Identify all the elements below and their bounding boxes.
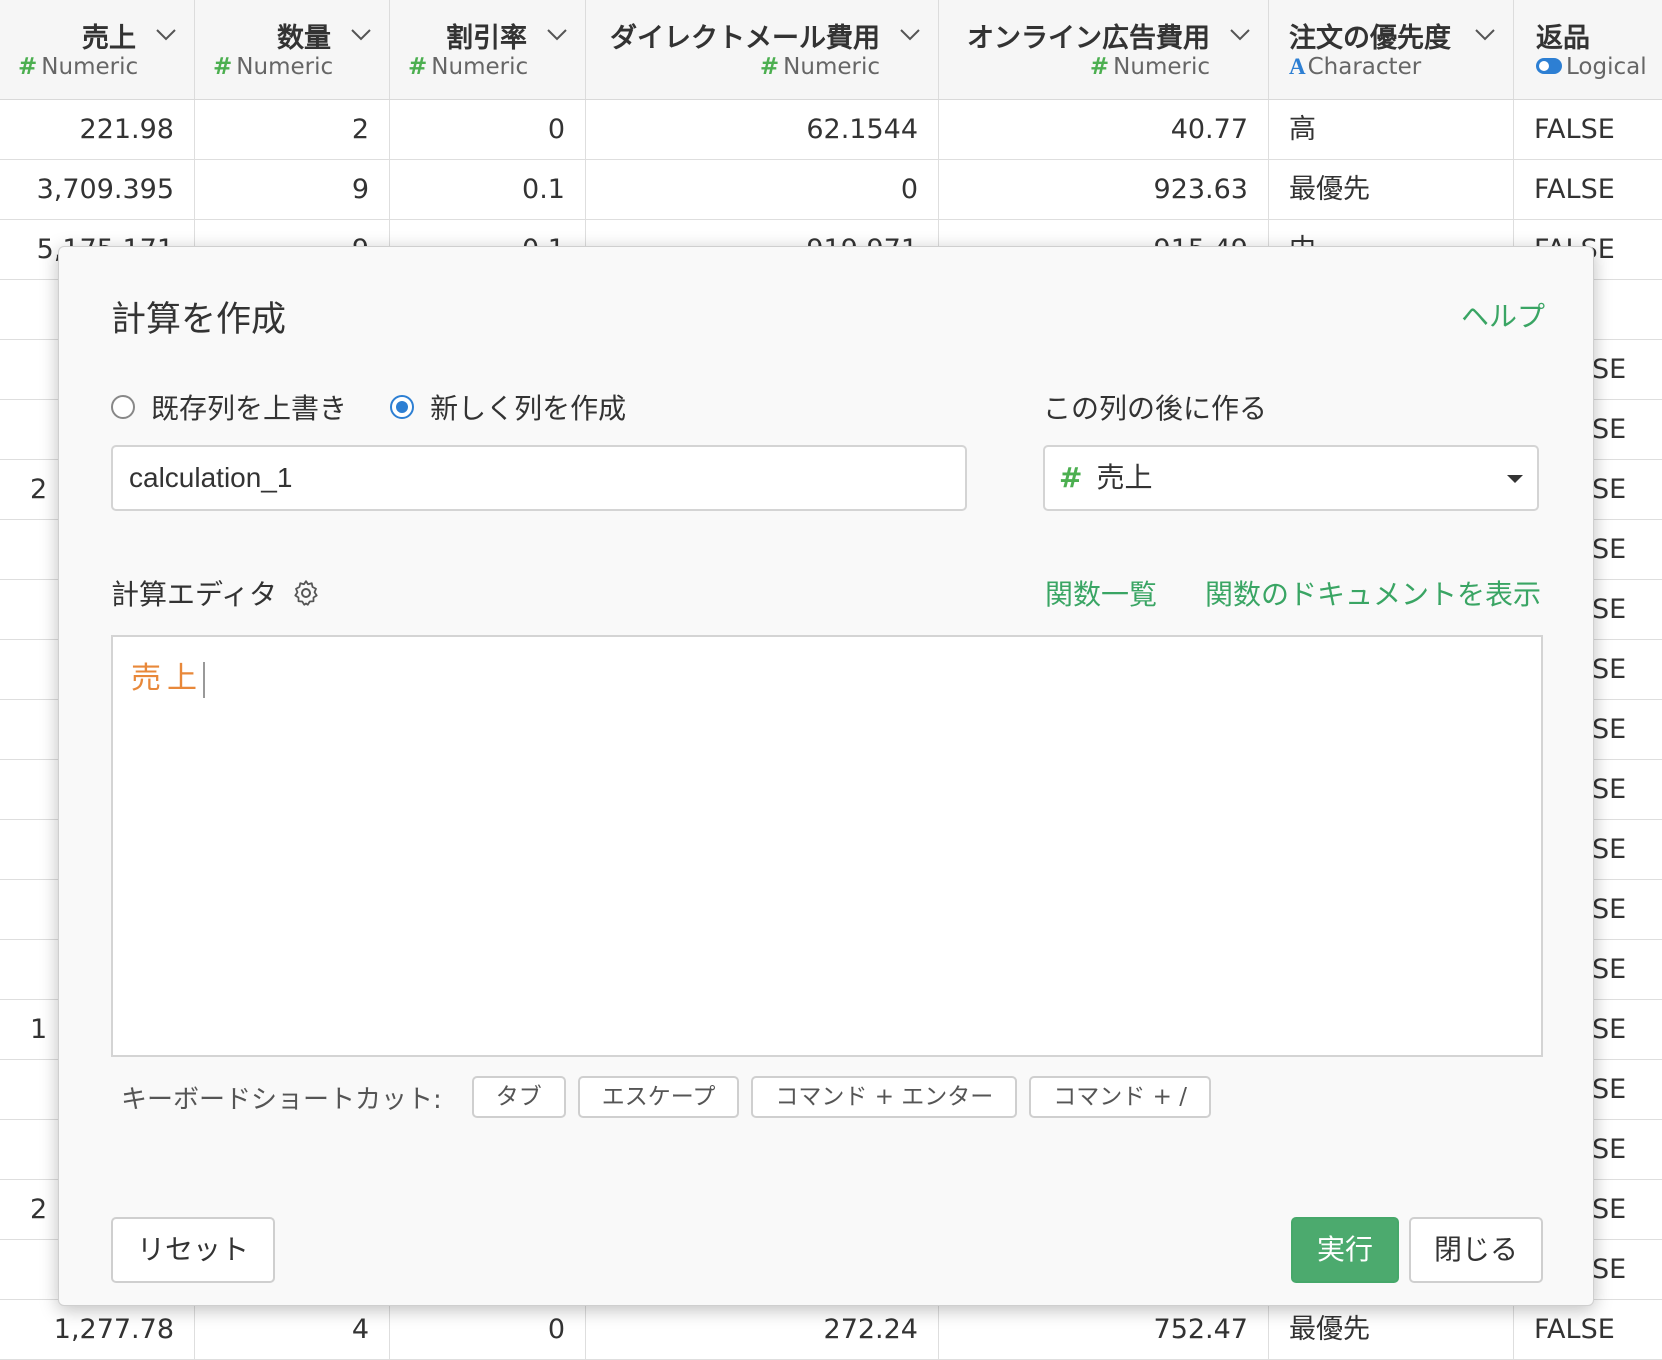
table-row[interactable]: 1,277.78 4 0 272.24 752.47 最優先 FALSE [0,1300,1662,1360]
chevron-down-icon[interactable] [1473,22,1497,46]
table-cell[interactable]: 3,709.395 [0,160,195,219]
calculation-editor-label: 計算エディタ [111,573,321,613]
column-header-discount[interactable]: 割引率 # Numeric [390,0,586,99]
table-cell[interactable]: 272.24 [586,1300,939,1359]
hash-icon: # [1059,461,1083,494]
shortcuts-label: キーボードショートカット: [121,1084,442,1115]
column-header-online-ad[interactable]: オンライン広告費用 # Numeric [939,0,1269,99]
hash-icon: # [408,54,428,80]
table-cell[interactable]: 最優先 [1269,160,1514,219]
radio-circle[interactable] [390,395,415,419]
gear-icon[interactable] [291,578,321,608]
selected-column: 売上 [1096,461,1153,494]
column-name: 注文の優先度 [1289,23,1451,54]
table-cell[interactable]: 1,277.78 [0,1300,195,1359]
column-header-returns[interactable]: 返品 Logical [1514,0,1662,99]
table-cell[interactable]: 752.47 [939,1300,1269,1359]
table-cell[interactable]: FALSE [1514,100,1662,159]
table-cell[interactable]: 40.77 [939,100,1269,159]
shortcut-key-cmd-enter: コマンド + エンター [751,1076,1018,1118]
hash-icon: # [759,54,780,80]
shortcut-key-cmd-slash: コマンド + / [1029,1076,1211,1118]
column-name: 割引率 [446,23,527,54]
reset-button[interactable]: リセット [111,1217,275,1283]
column-name: 数量 [277,23,331,54]
create-calculation-dialog: 計算を作成 ヘルプ 既存列を上書き 新しく列を作成 この列の後に作る calcu… [58,246,1594,1306]
run-button[interactable]: 実行 [1291,1217,1399,1283]
table-cell[interactable]: 923.63 [939,160,1269,219]
column-header-priority[interactable]: 注文の優先度 ACharacter [1269,0,1514,99]
column-type: # Numeric [759,54,880,80]
insert-after-column-select[interactable]: # 売上 [1043,445,1539,511]
column-type: # Numeric [18,54,139,80]
table-cell[interactable]: 4 [195,1300,390,1359]
table-cell[interactable]: 62.1544 [586,100,939,159]
character-A-icon: A [1289,54,1306,79]
keyboard-shortcuts: キーボードショートカット: タブ エスケープ コマンド + エンター コマンド … [121,1075,1223,1119]
table-cell[interactable]: FALSE [1514,1300,1662,1359]
table-cell[interactable]: 0 [390,1300,586,1359]
column-name: オンライン広告費用 [967,23,1210,54]
editor-code: 売上 [131,653,205,698]
dialog-title: 計算を作成 [111,300,287,340]
chevron-down-icon[interactable] [898,22,922,46]
table-cell[interactable]: 0 [390,100,586,159]
table-cell[interactable]: 0 [586,160,939,219]
hash-icon: # [18,54,38,80]
column-type: # Numeric [1089,54,1210,80]
radio-label: 既存列を上書き [151,392,348,425]
column-type: Logical [1536,54,1647,80]
shortcut-key-escape: エスケープ [577,1076,740,1118]
column-header-direct-mail[interactable]: ダイレクトメール費用 # Numeric [586,0,939,99]
radio-overwrite-existing[interactable]: 既存列を上書き [111,387,347,427]
editor-code-text: 売上 [131,661,203,696]
column-type: # Numeric [213,54,334,80]
table-cell[interactable]: 0.1 [390,160,586,219]
column-type: ACharacter [1289,54,1422,80]
toggle-icon [1536,57,1562,74]
column-header-quantity[interactable]: 数量 # Numeric [195,0,390,99]
table-row[interactable]: 221.98 2 0 62.1544 40.77 高 FALSE [0,100,1662,160]
radio-circle[interactable] [111,395,135,419]
caret-down-icon [1507,475,1523,483]
chevron-down-icon[interactable] [1228,22,1252,46]
column-name: 返品 [1536,23,1590,54]
new-column-name-input[interactable]: calculation_1 [111,445,967,511]
table-cell[interactable]: FALSE [1514,160,1662,219]
table-row[interactable]: 3,709.395 9 0.1 0 923.63 最優先 FALSE [0,160,1662,220]
calculation-editor[interactable]: 売上 [111,635,1543,1057]
insert-after-label: この列の後に作る [1043,392,1268,425]
radio-label: 新しく列を作成 [430,392,627,425]
shortcut-key-tab: タブ [471,1076,566,1118]
radio-create-new[interactable]: 新しく列を作成 [390,387,626,427]
table-cell[interactable]: 221.98 [0,100,195,159]
table-cell[interactable]: 2 [195,100,390,159]
column-name: ダイレクトメール費用 [610,23,880,54]
column-type: # Numeric [408,54,529,80]
table-cell[interactable]: 最優先 [1269,1300,1514,1359]
editor-label-text: 計算エディタ [111,578,278,611]
hash-icon: # [1089,54,1110,80]
grid-header: 売上 # Numeric 数量 # Numeric 割引率 # Numeric ダイレ… [0,0,1662,100]
column-name: 売上 [82,23,136,54]
column-mode-radio-group: 既存列を上書き 新しく列を作成 [111,387,664,427]
table-cell[interactable]: 9 [195,160,390,219]
function-list-link[interactable]: 関数一覧 [1045,573,1157,613]
chevron-down-icon[interactable] [154,22,178,46]
table-cell[interactable]: 高 [1269,100,1514,159]
text-cursor [203,661,205,698]
close-button[interactable]: 閉じる [1409,1217,1543,1283]
hash-icon: # [213,54,233,80]
chevron-down-icon[interactable] [545,22,569,46]
chevron-down-icon[interactable] [349,22,373,46]
column-header-sales[interactable]: 売上 # Numeric [0,0,195,99]
function-docs-link[interactable]: 関数のドキュメントを表示 [1205,573,1541,613]
help-link[interactable]: ヘルプ [1461,295,1545,335]
